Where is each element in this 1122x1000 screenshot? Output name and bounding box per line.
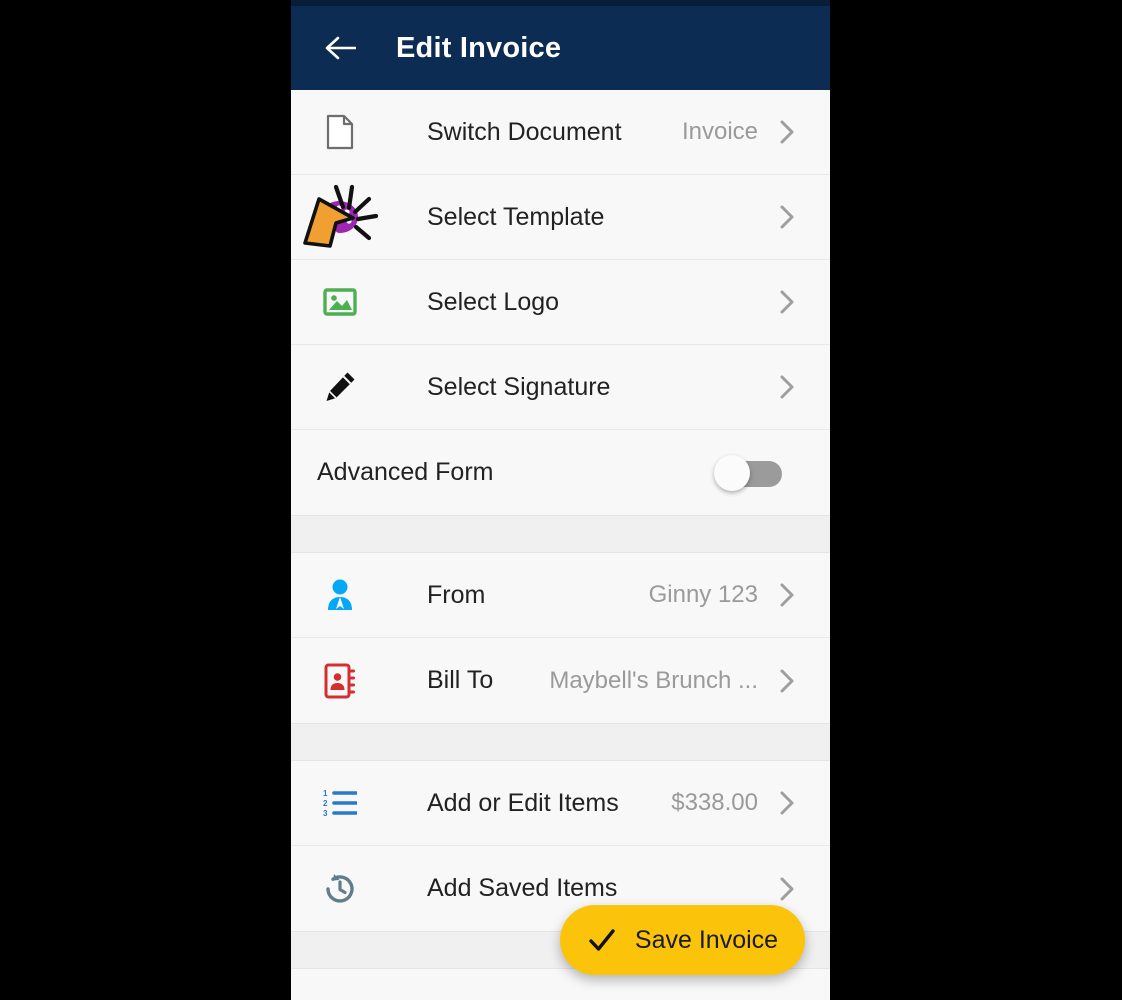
check-icon xyxy=(589,929,615,951)
chevron-right-icon xyxy=(776,285,798,319)
history-clock-icon xyxy=(317,866,363,912)
back-button[interactable] xyxy=(317,25,363,71)
toggle-knob xyxy=(714,454,750,491)
row-label: Select Template xyxy=(427,202,605,231)
row-from[interactable]: From Ginny 123 xyxy=(291,553,830,638)
row-advanced-form[interactable]: Advanced Form xyxy=(291,430,830,515)
phone-viewport: Edit Invoice Switch Document Invoice Sel… xyxy=(291,0,830,1000)
row-label: Bill To xyxy=(427,666,494,694)
row-value: $338.00 xyxy=(671,789,758,816)
svg-text:1: 1 xyxy=(323,789,328,798)
image-icon xyxy=(317,279,363,325)
artist-palette-icon xyxy=(317,194,363,240)
chevron-right-icon xyxy=(776,115,798,149)
row-add-or-edit-items[interactable]: 1 2 3 Add or Edit Items $338.00 xyxy=(291,761,830,846)
settings-group-parties: From Ginny 123 Bill To Maybell's Brunch … xyxy=(291,553,830,723)
chevron-right-icon xyxy=(776,664,798,698)
row-select-signature[interactable]: Select Signature xyxy=(291,345,830,430)
row-value: Ginny 123 xyxy=(648,581,758,608)
numbered-list-icon: 1 2 3 xyxy=(317,780,363,826)
row-label: From xyxy=(427,580,486,609)
save-invoice-button[interactable]: Save Invoice xyxy=(560,905,805,975)
row-label: Switch Document xyxy=(427,117,622,146)
row-bill-to[interactable]: Bill To Maybell's Brunch ... xyxy=(291,638,830,723)
row-switch-document[interactable]: Switch Document Invoice xyxy=(291,90,830,175)
screen: Edit Invoice Switch Document Invoice Sel… xyxy=(0,0,1122,1000)
person-business-icon xyxy=(317,572,363,618)
arrow-left-icon xyxy=(325,36,356,60)
row-select-template[interactable]: Select Template xyxy=(291,175,830,260)
advanced-form-toggle[interactable] xyxy=(714,454,782,491)
row-label: Add Saved Items xyxy=(427,874,618,902)
chevron-right-icon xyxy=(776,872,798,906)
row-select-logo[interactable]: Select Logo xyxy=(291,260,830,345)
row-label: Add or Edit Items xyxy=(427,788,619,817)
group-separator-2 xyxy=(291,723,830,761)
row-label: Advanced Form xyxy=(317,458,494,486)
svg-text:3: 3 xyxy=(323,809,328,818)
row-value: Maybell's Brunch ... xyxy=(549,666,758,694)
page-title: Edit Invoice xyxy=(396,31,562,64)
chevron-right-icon xyxy=(776,786,798,820)
row-value: Invoice xyxy=(681,118,758,145)
row-label: Select Logo xyxy=(427,287,560,316)
svg-text:2: 2 xyxy=(323,799,328,808)
pencil-icon xyxy=(317,364,363,410)
document-outline-icon xyxy=(317,109,363,155)
settings-group-document: Switch Document Invoice Select Template … xyxy=(291,90,830,515)
contact-book-icon xyxy=(317,658,363,704)
chevron-right-icon xyxy=(776,200,798,234)
chevron-right-icon xyxy=(776,578,798,612)
group-separator-1 xyxy=(291,515,830,553)
chevron-right-icon xyxy=(776,370,798,404)
app-bar: Edit Invoice xyxy=(291,6,830,90)
save-invoice-label: Save Invoice xyxy=(634,925,779,954)
row-label: Select Signature xyxy=(427,372,611,401)
